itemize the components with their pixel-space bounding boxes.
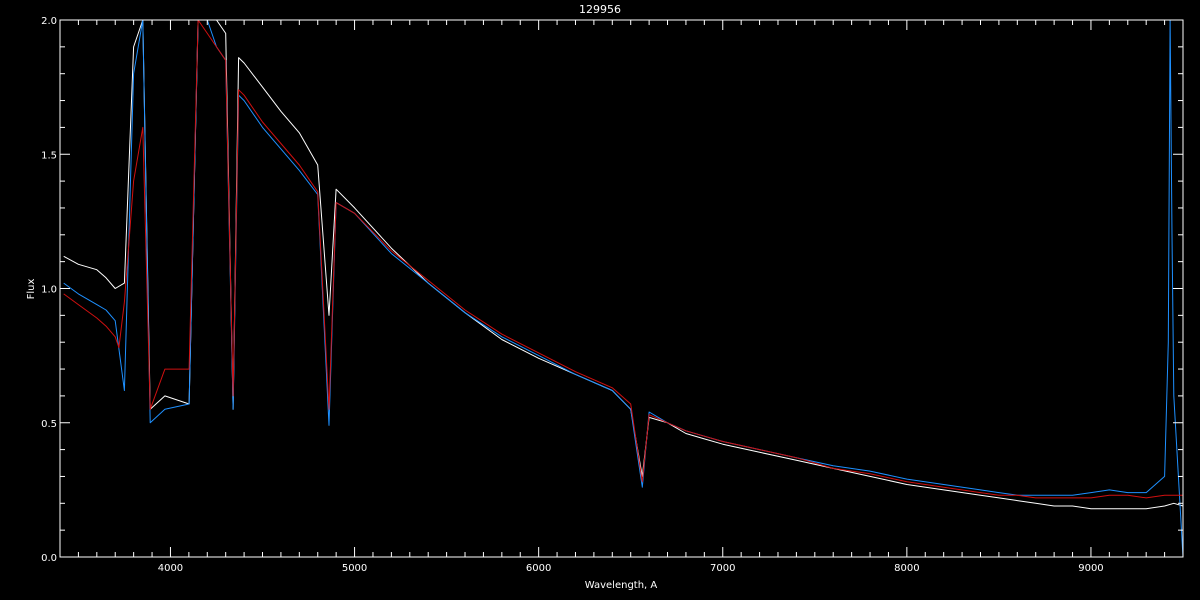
x-tick-label: 6000: [526, 563, 551, 574]
x-tick-label: 7000: [710, 563, 735, 574]
y-axis-label: Flux: [26, 279, 37, 300]
y-tick-label: 2.0: [41, 16, 57, 27]
spectrum-chart: 129956 4000 5000 6000 7000 8000 9000 0.0 0.5 1.…: [0, 0, 1200, 600]
y-tick-label: 0.0: [41, 553, 57, 564]
x-axis-label: Wavelength, A: [585, 580, 658, 591]
x-tick-label: 5000: [342, 563, 367, 574]
y-tick-label: 1.5: [41, 150, 57, 161]
chart-background: [0, 0, 1200, 600]
x-tick-label: 4000: [158, 563, 183, 574]
y-tick-label: 0.5: [41, 419, 57, 430]
x-tick-label: 8000: [894, 563, 919, 574]
y-tick-label: 1.0: [41, 285, 57, 296]
chart-title: 129956: [579, 3, 621, 16]
x-tick-label: 9000: [1078, 563, 1103, 574]
